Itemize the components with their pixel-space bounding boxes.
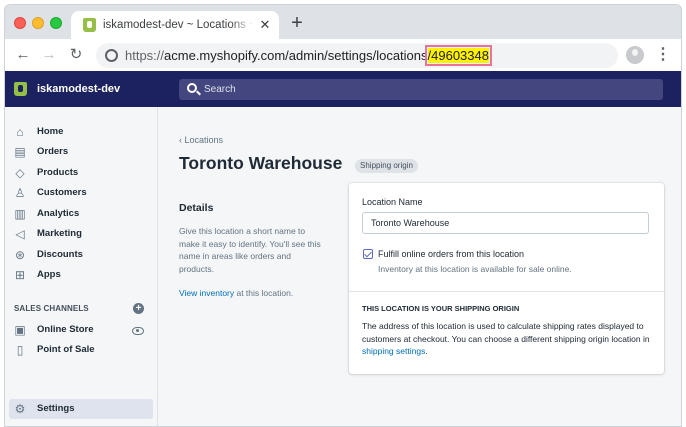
sidebar-item-products[interactable]: ◇ Products bbox=[5, 163, 157, 183]
url-text[interactable]: https://acme.myshopify.com/admin/setting… bbox=[125, 45, 492, 66]
shopify-logo-icon[interactable] bbox=[14, 82, 27, 96]
sidebar-item-label: Products bbox=[37, 167, 79, 178]
sidebar-item-discounts[interactable]: ⊛ Discounts bbox=[5, 245, 157, 265]
view-inventory-text: View inventory at this location. bbox=[179, 288, 293, 298]
tab-close-icon[interactable]: ✕ bbox=[258, 18, 272, 32]
sidebar-item-settings[interactable]: ⚙ Settings bbox=[9, 399, 153, 419]
sidebar-item-apps[interactable]: ⊞ Apps bbox=[5, 265, 157, 285]
sidebar-item-label: Online Store bbox=[37, 324, 94, 335]
analytics-icon: ▥ bbox=[14, 207, 26, 221]
new-tab-button[interactable]: + bbox=[288, 13, 306, 33]
minimize-window-button[interactable] bbox=[32, 17, 44, 29]
sidebar-item-label: Home bbox=[37, 126, 64, 137]
add-sales-channel-button[interactable]: + bbox=[133, 303, 144, 314]
view-inventory-link[interactable]: View inventory bbox=[179, 288, 234, 298]
sidebar-item-label: Discounts bbox=[37, 249, 83, 260]
sidebar-item-marketing[interactable]: ◁ Marketing bbox=[5, 224, 157, 244]
sidebar-item-analytics[interactable]: ▥ Analytics bbox=[5, 204, 157, 224]
back-arrow-icon[interactable]: ← bbox=[13, 45, 33, 65]
sidebar-item-customers[interactable]: ♙ Customers bbox=[5, 183, 157, 203]
tag-icon: ◇ bbox=[15, 166, 25, 180]
store-name[interactable]: iskamodest-dev bbox=[37, 83, 120, 95]
sidebar-item-label: Settings bbox=[37, 403, 75, 414]
main-content: ‹ Locations Toronto Warehouse Shipping o… bbox=[158, 107, 681, 426]
shipping-origin-text: The address of this location is used to … bbox=[362, 321, 650, 344]
sidebar-item-orders[interactable]: ▤ Orders bbox=[5, 142, 157, 162]
sidebar-item-point-of-sale[interactable]: ▯ Point of Sale bbox=[5, 340, 157, 360]
sidebar-item-label: Point of Sale bbox=[37, 344, 95, 355]
location-name-label: Location Name bbox=[362, 197, 423, 207]
person-icon: ♙ bbox=[14, 186, 26, 200]
url-location-id: /49603348 bbox=[424, 45, 492, 66]
search-icon bbox=[187, 83, 197, 93]
address-bar[interactable]: https://acme.myshopify.com/admin/setting… bbox=[96, 43, 618, 68]
sales-channels-header: SALES CHANNELS bbox=[14, 304, 89, 313]
sidebar-item-label: Analytics bbox=[37, 208, 80, 219]
reload-icon[interactable]: ↻ bbox=[66, 45, 86, 65]
fulfill-online-label[interactable]: Fulfill online orders from this location bbox=[378, 249, 524, 259]
tab-strip: iskamodest-dev ~ Locations ~ Toronto War… bbox=[5, 5, 681, 39]
shipping-origin-description: The address of this location is used to … bbox=[362, 320, 654, 358]
details-heading: Details bbox=[179, 202, 214, 214]
fulfill-online-help: Inventory at this location is available … bbox=[378, 264, 572, 274]
sidebar-item-label: Marketing bbox=[37, 228, 82, 239]
status-badge: Shipping origin bbox=[355, 159, 418, 173]
shopify-favicon-icon bbox=[83, 18, 96, 32]
view-inventory-suffix: at this location. bbox=[234, 288, 294, 298]
url-path: acme.myshopify.com/admin/settings/locati… bbox=[164, 48, 428, 63]
megaphone-icon: ◁ bbox=[15, 227, 25, 241]
browser-toolbar: ← → ↻ https://acme.myshopify.com/admin/s… bbox=[5, 39, 681, 71]
sidebar-item-label: Apps bbox=[37, 269, 61, 280]
location-name-field[interactable] bbox=[362, 212, 649, 234]
search-placeholder: Search bbox=[204, 84, 236, 95]
shipping-origin-heading: THIS LOCATION IS YOUR SHIPPING ORIGIN bbox=[362, 304, 520, 313]
browser-menu-icon[interactable]: ⋮ bbox=[655, 45, 671, 65]
site-info-icon[interactable] bbox=[105, 49, 118, 62]
apps-icon: ⊞ bbox=[14, 268, 26, 282]
gear-icon: ⚙ bbox=[14, 402, 26, 416]
profile-avatar-icon[interactable] bbox=[626, 46, 644, 64]
card-divider bbox=[349, 291, 664, 292]
sidebar-item-label: Customers bbox=[37, 187, 87, 198]
eye-icon[interactable] bbox=[132, 327, 144, 335]
details-description: Give this location a short name to make … bbox=[179, 226, 321, 274]
location-card: Location Name Fulfill online orders from… bbox=[349, 183, 664, 374]
maximize-window-button[interactable] bbox=[50, 17, 62, 29]
forward-arrow-icon[interactable]: → bbox=[39, 45, 59, 65]
fulfill-online-checkbox[interactable] bbox=[363, 249, 373, 259]
breadcrumb-locations-link[interactable]: ‹ Locations bbox=[179, 135, 223, 145]
close-window-button[interactable] bbox=[14, 17, 26, 29]
orders-icon: ▤ bbox=[14, 145, 26, 159]
sidebar-item-label: Orders bbox=[37, 146, 69, 157]
store-icon: ▣ bbox=[14, 323, 26, 337]
tab-title: iskamodest-dev ~ Locations ~ Toronto War… bbox=[103, 19, 253, 31]
browser-tab[interactable]: iskamodest-dev ~ Locations ~ Toronto War… bbox=[71, 11, 279, 39]
shipping-settings-link[interactable]: shipping settings bbox=[362, 346, 425, 356]
home-icon: ⌂ bbox=[16, 125, 24, 139]
url-scheme: https:// bbox=[125, 48, 165, 63]
browser-window: iskamodest-dev ~ Locations ~ Toronto War… bbox=[4, 4, 682, 427]
sidebar-item-home[interactable]: ⌂ Home bbox=[5, 122, 157, 142]
search-input[interactable]: Search bbox=[179, 79, 663, 100]
sidebar: ⌂ Home ▤ Orders ◇ Products ♙ Customers ▥… bbox=[5, 107, 158, 426]
discount-icon: ⊛ bbox=[14, 248, 26, 262]
shopify-topbar: iskamodest-dev Search bbox=[5, 71, 681, 107]
pos-icon: ▯ bbox=[16, 343, 24, 357]
page-title: Toronto Warehouse bbox=[179, 153, 343, 173]
shipping-origin-suffix: . bbox=[425, 346, 428, 356]
